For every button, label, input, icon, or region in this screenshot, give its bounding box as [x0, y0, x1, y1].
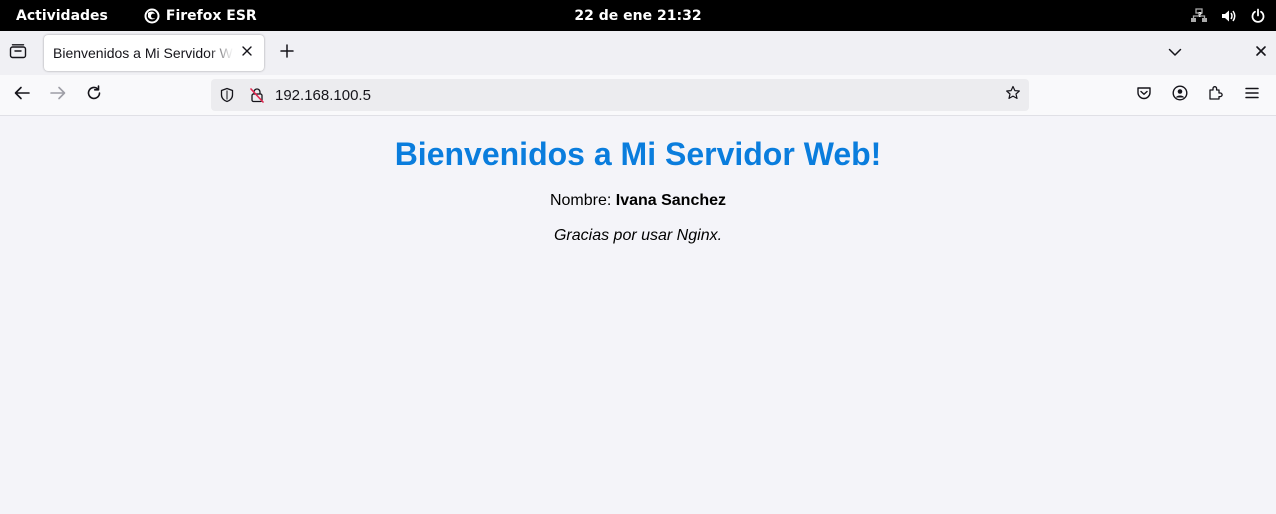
menu-icon	[1245, 86, 1259, 104]
extensions-button[interactable]	[1202, 81, 1230, 109]
url-text[interactable]: 192.168.100.5	[275, 87, 371, 104]
app-menu-button[interactable]	[1238, 81, 1266, 109]
clock[interactable]: 22 de ene 21:32	[574, 8, 701, 24]
plus-icon	[280, 43, 294, 63]
tab-title: Bienvenidos a Mi Servidor Web	[53, 45, 233, 61]
tab-close-button[interactable]	[238, 44, 256, 62]
account-icon	[1172, 84, 1188, 106]
account-button[interactable]	[1166, 81, 1194, 109]
new-tab-button[interactable]	[276, 42, 298, 64]
app-name: Firefox ESR	[165, 7, 257, 24]
tab-overview-button[interactable]	[0, 35, 36, 71]
list-all-tabs-button[interactable]	[1164, 42, 1186, 64]
back-icon	[14, 86, 30, 105]
name-label: Nombre:	[549, 192, 616, 209]
name-value: Ivana Sanchez	[615, 192, 727, 209]
forward-icon	[50, 86, 66, 105]
network-icon: ?	[1190, 7, 1208, 24]
back-button[interactable]	[8, 81, 36, 109]
thanks-text: Gracias por usar Nginx.	[553, 227, 723, 244]
star-icon	[1005, 85, 1021, 106]
navigation-toolbar: 192.168.100.5	[0, 75, 1276, 116]
app-menu-button[interactable]: Firefox ESR	[144, 8, 257, 24]
bookmark-star-button[interactable]	[1003, 85, 1023, 105]
system-top-bar: Actividades Firefox ESR 22 de ene 21:32 …	[0, 0, 1276, 31]
insecure-lock-icon[interactable]	[249, 87, 265, 103]
close-icon	[241, 44, 253, 62]
firefox-icon	[144, 8, 160, 24]
activities-button[interactable]: Actividades	[16, 8, 108, 24]
reload-icon	[86, 84, 102, 106]
svg-text:?: ?	[1198, 11, 1202, 19]
tab-strip: Bienvenidos a Mi Servidor Web	[0, 31, 1276, 75]
reload-button[interactable]	[80, 81, 108, 109]
url-bar[interactable]: 192.168.100.5	[211, 79, 1029, 111]
pocket-icon	[1136, 85, 1152, 106]
tab-overview-icon	[9, 43, 27, 64]
system-menu[interactable]: ?	[1190, 0, 1266, 31]
window-close-button[interactable]	[1250, 42, 1272, 64]
pocket-button[interactable]	[1130, 81, 1158, 109]
chevron-down-icon	[1168, 44, 1182, 62]
browser-tab[interactable]: Bienvenidos a Mi Servidor Web	[44, 35, 264, 71]
power-icon	[1250, 8, 1266, 24]
name-line: Nombre: Ivana Sanchez	[0, 191, 1276, 211]
page-viewport: Bienvenidos a Mi Servidor Web! Nombre: I…	[0, 116, 1276, 514]
forward-button[interactable]	[44, 81, 72, 109]
extensions-icon	[1208, 85, 1224, 106]
page-heading: Bienvenidos a Mi Servidor Web!	[394, 136, 882, 172]
shield-icon[interactable]	[219, 87, 235, 103]
volume-icon	[1220, 8, 1238, 24]
close-icon	[1255, 44, 1267, 62]
